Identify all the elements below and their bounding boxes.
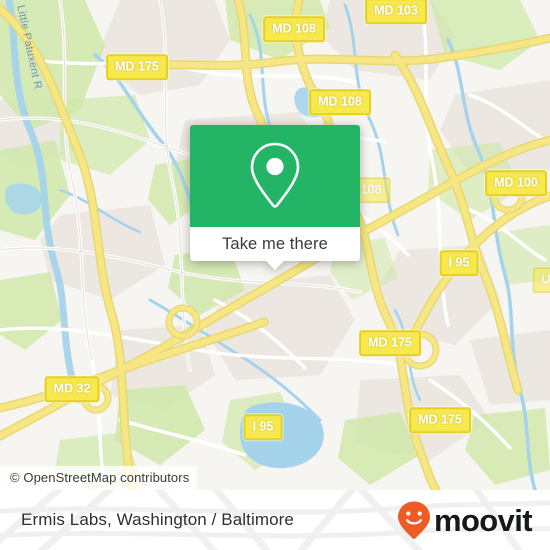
- place-title: Ermis Labs, Washington / Baltimore: [21, 510, 294, 529]
- callout-action-bar[interactable]: Take me there: [190, 227, 360, 270]
- road-shield: I 95: [439, 250, 479, 276]
- callout-tail: [265, 260, 285, 270]
- road-shield: MD 108: [309, 89, 371, 115]
- moovit-logo[interactable]: moovit: [396, 500, 533, 540]
- footer-bar: Ermis Labs, Washington / Baltimore moovi…: [0, 490, 550, 550]
- take-me-there-label: Take me there: [222, 234, 328, 253]
- road-shield: MD 100: [485, 170, 547, 196]
- road-shield: MD 108: [263, 16, 325, 42]
- road-shield: U: [532, 267, 550, 293]
- location-callout-card[interactable]: Take me there: [190, 125, 360, 270]
- map-pin-icon: [250, 142, 300, 208]
- moovit-smiley-pin-icon: [397, 501, 430, 539]
- road-shield: MD 32: [44, 376, 100, 402]
- road-shield: I 95: [243, 414, 283, 440]
- road-shield: MD 175: [106, 54, 168, 80]
- road-shield: MD 175: [359, 330, 421, 356]
- road-shield: MD 175: [409, 407, 471, 433]
- moovit-wordmark: moovit: [433, 502, 533, 538]
- osm-attribution[interactable]: © OpenStreetMap contributors: [0, 466, 198, 490]
- callout-pin-panel: [190, 125, 360, 227]
- moovit-map-screenshot: Little Patuxent R MD 103 MD 108 MD 175 MD 1…: [0, 0, 550, 550]
- road-shield: MD 103: [365, 0, 427, 24]
